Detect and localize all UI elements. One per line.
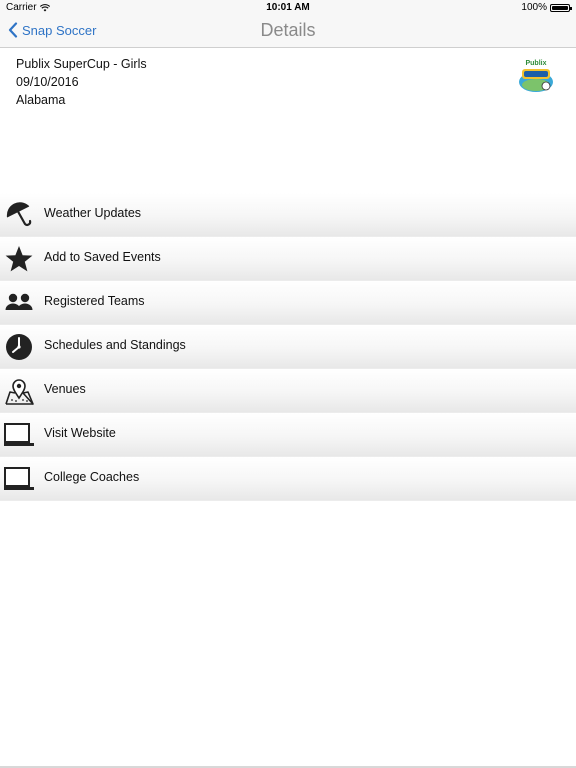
page-title: Details (260, 20, 316, 40)
event-logo: Publix (519, 60, 553, 92)
menu-item-label: Add to Saved Events (44, 250, 161, 264)
laptop-icon (4, 423, 34, 446)
menu-item-college-coaches[interactable]: College Coaches (0, 457, 576, 501)
menu-item-add-to-saved-events[interactable]: Add to Saved Events (0, 237, 576, 281)
map-pin-icon (5, 379, 34, 405)
event-info: Publix SuperCup - Girls 09/10/2016 Alaba… (16, 55, 147, 109)
people-icon (5, 293, 33, 310)
event-name: Publix SuperCup - Girls (16, 57, 147, 71)
event-logo-text: Publix (525, 60, 546, 67)
status-bar: Carrier 10:01 AM 100% (0, 0, 576, 16)
menu-item-visit-website[interactable]: Visit Website (0, 413, 576, 457)
event-location: Alabama (16, 93, 66, 107)
menu-item-schedules-and-standings[interactable]: Schedules and Standings (0, 325, 576, 369)
status-time: 10:01 AM (266, 2, 310, 13)
menu-item-label: Visit Website (44, 426, 116, 440)
menu-item-label: Schedules and Standings (44, 338, 186, 352)
detail-menu: Weather Updates Add to Saved Events Regi… (0, 193, 576, 501)
umbrella-icon (6, 202, 32, 226)
event-date: 09/10/2016 (16, 75, 79, 89)
menu-item-label: Registered Teams (44, 294, 145, 308)
battery-icon (550, 3, 572, 12)
clock-icon (6, 334, 32, 360)
status-battery: 100% (521, 2, 572, 13)
battery-level (552, 5, 568, 10)
laptop-icon (4, 467, 34, 490)
menu-item-weather-updates[interactable]: Weather Updates (0, 193, 576, 237)
menu-item-label: Venues (44, 382, 86, 396)
navigation-bar: Snap Soccer Details (0, 16, 576, 48)
app-screen: Carrier 10:01 AM 100% Snap Soccer Detail… (0, 0, 576, 768)
menu-item-venues[interactable]: Venues (0, 369, 576, 413)
battery-percent: 100% (521, 2, 547, 13)
menu-item-label: Weather Updates (44, 206, 142, 220)
menu-item-registered-teams[interactable]: Registered Teams (0, 281, 576, 325)
menu-item-label: College Coaches (44, 470, 140, 484)
star-icon (5, 246, 33, 272)
